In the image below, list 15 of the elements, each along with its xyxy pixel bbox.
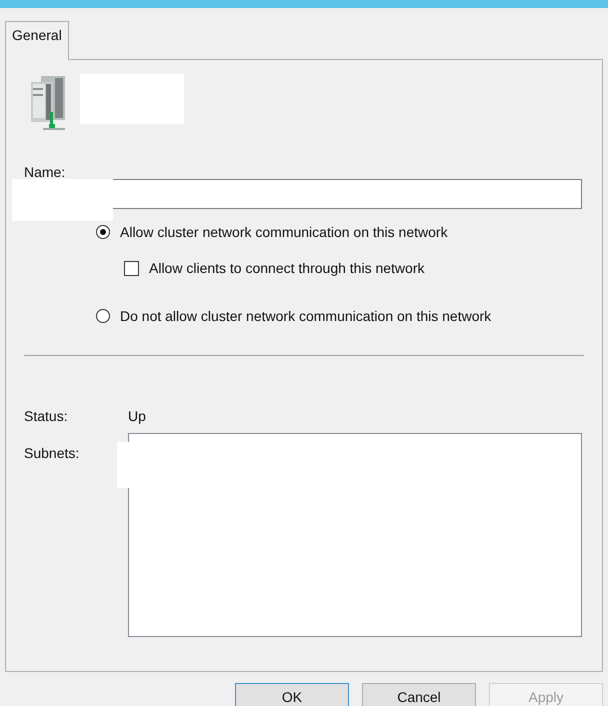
name-field[interactable]	[113, 179, 582, 209]
status-label: Status:	[24, 407, 69, 426]
checkbox[interactable]	[124, 260, 139, 276]
server-icon	[29, 74, 67, 130]
option-label: Allow clients to connect through this network	[149, 258, 424, 278]
name-label: Name:	[24, 163, 66, 182]
option-label: Allow cluster network communication on this network	[120, 222, 448, 242]
option-label: Do not allow cluster network communication on this network	[120, 306, 492, 326]
dialog-button[interactable]: OK	[235, 683, 349, 706]
status-value: Up	[128, 407, 146, 426]
tab[interactable]: General	[5, 21, 69, 60]
dialog-button[interactable]: Cancel	[362, 683, 476, 706]
radio-button[interactable]	[96, 309, 110, 323]
subnets-label: Subnets:	[24, 444, 80, 463]
radio-button[interactable]	[96, 225, 110, 239]
